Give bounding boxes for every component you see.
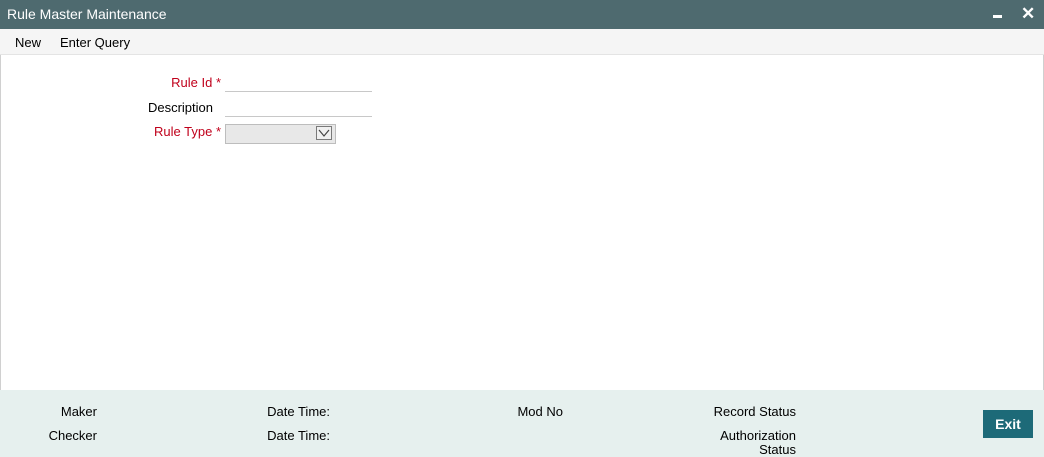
rule-type-select[interactable]	[225, 124, 336, 144]
rule-id-input[interactable]	[225, 73, 372, 92]
enter-query-button[interactable]: Enter Query	[60, 35, 130, 50]
rule-id-label: Rule Id *	[121, 75, 221, 90]
exit-button[interactable]: Exit	[983, 410, 1033, 438]
authorization-label: Authorization	[720, 428, 796, 443]
minimize-icon[interactable]	[993, 15, 1002, 18]
audit-footer: Maker Checker Date Time: Date Time: Mod …	[0, 390, 1044, 457]
maker-label: Maker	[60, 404, 97, 419]
mod-no-label: Mod No	[517, 404, 563, 419]
description-input[interactable]	[225, 98, 372, 117]
authorization-status-label: Status	[759, 442, 796, 457]
record-status-label: Record Status	[713, 404, 796, 419]
description-label: Description	[147, 100, 213, 115]
form-area: Rule Id * Description Rule Type *	[0, 55, 1044, 390]
title-bar: Rule Master Maintenance ✕	[0, 0, 1044, 29]
chevron-down-icon[interactable]	[316, 126, 332, 140]
required-marker: *	[215, 75, 221, 90]
rule-type-label: Rule Type *	[121, 124, 221, 139]
new-button[interactable]: New	[15, 35, 41, 50]
rule-type-label-text: Rule Type	[154, 124, 213, 139]
close-icon[interactable]: ✕	[1021, 5, 1035, 23]
rule-id-label-text: Rule Id	[171, 75, 213, 90]
required-marker: *	[215, 124, 221, 139]
checker-date-time-label: Date Time:	[267, 428, 330, 443]
maker-date-time-label: Date Time:	[267, 404, 330, 419]
window-title: Rule Master Maintenance	[7, 6, 167, 22]
toolbar: New Enter Query	[0, 29, 1044, 55]
checker-label: Checker	[48, 428, 97, 443]
